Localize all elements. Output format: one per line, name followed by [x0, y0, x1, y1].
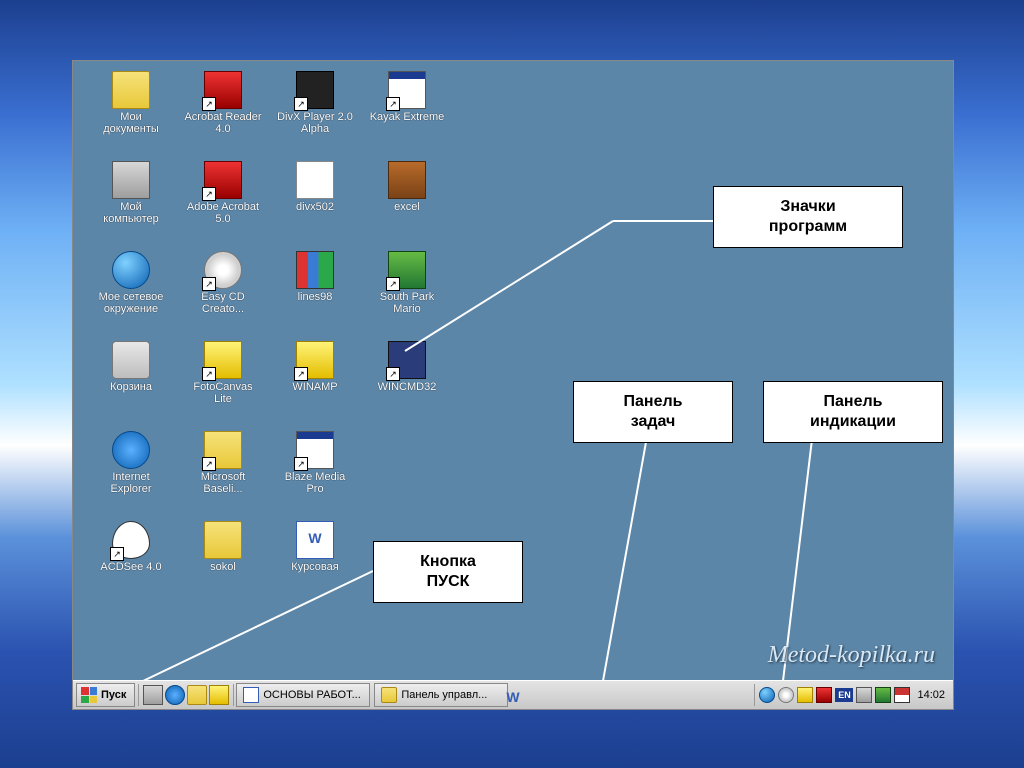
adobe-acrobat-icon: ↗ [204, 161, 242, 199]
shortcut-arrow-icon: ↗ [294, 97, 308, 111]
icon-label: Корзина [91, 381, 171, 393]
desktop-icon-internet-explorer[interactable]: Internet Explorer [91, 431, 171, 495]
icon-label: WINCMD32 [367, 381, 447, 393]
shortcut-arrow-icon: ↗ [294, 367, 308, 381]
divx-player-icon: ↗ [296, 71, 334, 109]
icon-label: sokol [183, 561, 263, 573]
icon-label: Blaze Media Pro [275, 471, 355, 495]
icon-label: Kayak Extreme [367, 111, 447, 123]
shortcut-arrow-icon: ↗ [202, 97, 216, 111]
taskbar: Пуск ОСНОВЫ РАБОТ... Панель управл... EN… [73, 680, 953, 709]
icon-label: Курсовая [275, 561, 355, 573]
desktop-icon-acdsee[interactable]: ↗ACDSee 4.0 [91, 521, 171, 573]
desktop-icon-winamp[interactable]: ↗WINAMP [275, 341, 355, 393]
icon-label: DivX Player 2.0 Alpha [275, 111, 355, 135]
taskbar-task-1[interactable]: ОСНОВЫ РАБОТ... [236, 683, 370, 707]
icon-label: excel [367, 201, 447, 213]
excel-icon [388, 161, 426, 199]
desktop-icon-adobe-acrobat[interactable]: ↗Adobe Acrobat 5.0 [183, 161, 263, 225]
desktop-icon-my-documents[interactable]: Мои документы [91, 71, 171, 135]
shortcut-arrow-icon: ↗ [202, 187, 216, 201]
kayak-extreme-icon: ↗ [388, 71, 426, 109]
winamp-icon: ↗ [296, 341, 334, 379]
icon-label: Мой компьютер [91, 201, 171, 225]
my-computer-icon [112, 161, 150, 199]
callout-taskbar: Панельзадач [573, 381, 733, 443]
acrobat-reader-icon: ↗ [204, 71, 242, 109]
desktop-icon-kursovaya[interactable]: Курсовая [275, 521, 355, 573]
icon-label: lines98 [275, 291, 355, 303]
desktop-icon-acrobat-reader[interactable]: ↗Acrobat Reader 4.0 [183, 71, 263, 135]
icon-label: FotoCanvas Lite [183, 381, 263, 405]
watermark-text: Metod-kopilka.ru [768, 642, 935, 669]
shortcut-arrow-icon: ↗ [202, 457, 216, 471]
desktop-icon-sokol[interactable]: sokol [183, 521, 263, 573]
callout-tray: Панельиндикации [763, 381, 943, 443]
shortcut-arrow-icon: ↗ [110, 547, 124, 561]
acdsee-icon: ↗ [112, 521, 150, 559]
shortcut-arrow-icon: ↗ [202, 277, 216, 291]
sokol-icon [204, 521, 242, 559]
desktop-icon-recycle-bin[interactable]: Корзина [91, 341, 171, 393]
desktop-icon-south-park[interactable]: ↗South Park Mario [367, 251, 447, 315]
wincmd32-icon: ↗ [388, 341, 426, 379]
desktop-icon-kayak-extreme[interactable]: ↗Kayak Extreme [367, 71, 447, 123]
word-icon [243, 687, 259, 703]
desktop-icon-divx502[interactable]: divx502 [275, 161, 355, 213]
icon-label: Microsoft Baseli... [183, 471, 263, 495]
shortcut-arrow-icon: ↗ [202, 367, 216, 381]
icon-label: ACDSee 4.0 [91, 561, 171, 573]
shortcut-arrow-icon: ↗ [386, 97, 400, 111]
network-places-icon [112, 251, 150, 289]
easy-cd-icon: ↗ [204, 251, 242, 289]
fotocanvas-icon: ↗ [204, 341, 242, 379]
desktop-icon-ms-baseli[interactable]: ↗Microsoft Baseli... [183, 431, 263, 495]
internet-explorer-icon [112, 431, 150, 469]
icon-label: Adobe Acrobat 5.0 [183, 201, 263, 225]
desktop-icon-fotocanvas[interactable]: ↗FotoCanvas Lite [183, 341, 263, 405]
shortcut-arrow-icon: ↗ [294, 457, 308, 471]
lines98-icon [296, 251, 334, 289]
kursovaya-icon [296, 521, 334, 559]
south-park-icon: ↗ [388, 251, 426, 289]
shortcut-arrow-icon: ↗ [386, 277, 400, 291]
icon-label: Acrobat Reader 4.0 [183, 111, 263, 135]
callout-program-icons: Значкипрограмм [713, 186, 903, 248]
desktop-icon-wincmd32[interactable]: ↗WINCMD32 [367, 341, 447, 393]
desktop-icon-blaze-media[interactable]: ↗Blaze Media Pro [275, 431, 355, 495]
icon-label: WINAMP [275, 381, 355, 393]
desktop-screenshot: Мои документы↗Acrobat Reader 4.0↗DivX Pl… [72, 60, 954, 710]
icon-label: Мои документы [91, 111, 171, 135]
recycle-bin-icon [112, 341, 150, 379]
divx502-icon [296, 161, 334, 199]
desktop-icon-lines98[interactable]: lines98 [275, 251, 355, 303]
icon-label: divx502 [275, 201, 355, 213]
ms-baseli-icon: ↗ [204, 431, 242, 469]
desktop-icon-network-places[interactable]: Мое сетевое окружение [91, 251, 171, 315]
desktop-icon-divx-player[interactable]: ↗DivX Player 2.0 Alpha [275, 71, 355, 135]
icon-label: Мое сетевое окружение [91, 291, 171, 315]
my-documents-icon [112, 71, 150, 109]
icon-label: Internet Explorer [91, 471, 171, 495]
icon-label: South Park Mario [367, 291, 447, 315]
desktop-icon-my-computer[interactable]: Мой компьютер [91, 161, 171, 225]
blaze-media-icon: ↗ [296, 431, 334, 469]
desktop-icon-excel[interactable]: excel [367, 161, 447, 213]
callout-start-button: КнопкаПУСК [373, 541, 523, 603]
desktop-icon-easy-cd[interactable]: ↗Easy CD Creato... [183, 251, 263, 315]
shortcut-arrow-icon: ↗ [386, 367, 400, 381]
icon-label: Easy CD Creato... [183, 291, 263, 315]
